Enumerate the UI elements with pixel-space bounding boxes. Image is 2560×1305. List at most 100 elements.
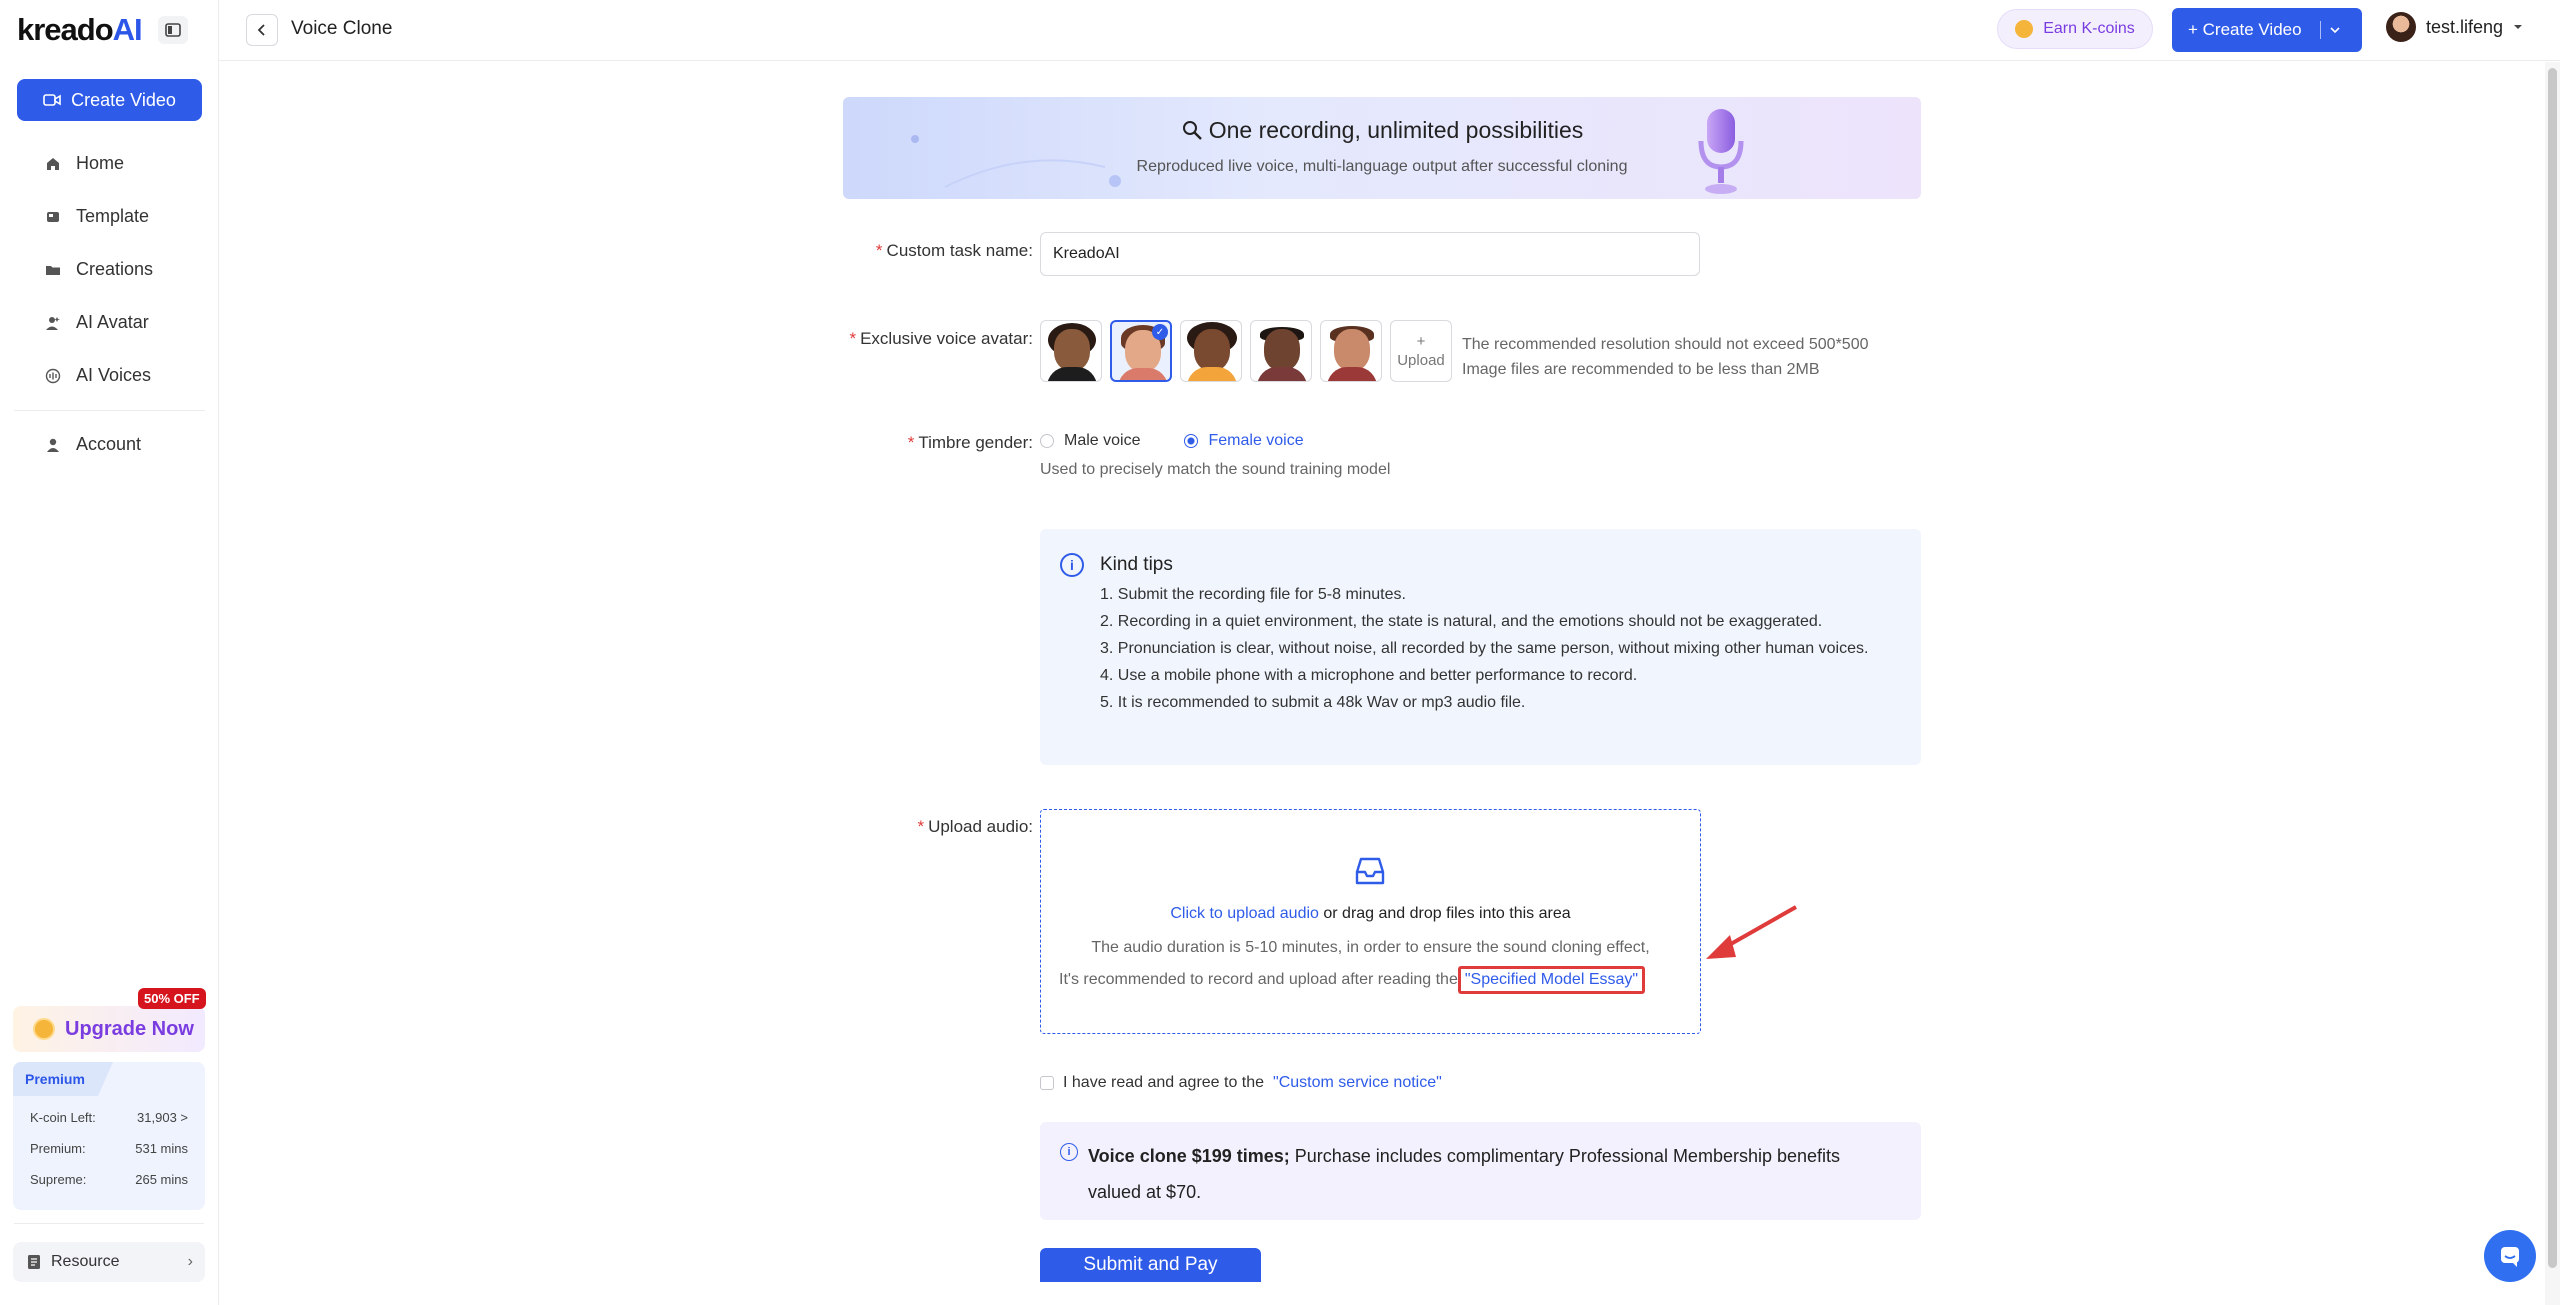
chevron-down-icon[interactable] [2329, 26, 2341, 34]
upgrade-now-button[interactable]: Upgrade Now [13, 1006, 205, 1052]
sidebar-item-label: Account [76, 434, 142, 454]
dropzone-text: or drag and drop files into this area [1318, 905, 1571, 922]
earn-kcoins-button[interactable]: Earn K-coins [1997, 9, 2153, 49]
sidebar-item-ai-voices[interactable]: AI Voices [0, 349, 219, 402]
upload-audio-link[interactable]: Click to upload audio [1170, 905, 1319, 922]
earn-kcoins-label: Earn K-coins [2043, 20, 2135, 37]
tip-item: 3. Pronunciation is clear, without noise… [1100, 640, 1869, 657]
coin-icon [2015, 20, 2034, 38]
scrollbar[interactable] [2545, 62, 2560, 1305]
avatar-hint-size: Image files are recommended to be less t… [1462, 361, 1820, 378]
task-name-label: * Custom task name: [875, 241, 1033, 260]
banner-subtitle: Reproduced live voice, multi-language ou… [1136, 158, 1628, 175]
avatar-option[interactable] [1250, 320, 1312, 382]
agree-checkbox[interactable] [1040, 1076, 1054, 1090]
user-icon [44, 436, 62, 454]
chat-support-button[interactable] [2484, 1230, 2536, 1282]
upload-avatar-button[interactable]: + Upload [1390, 320, 1452, 382]
top-create-video-button[interactable]: + Create Video [2172, 8, 2362, 52]
resource-label: Resource [51, 1253, 120, 1270]
plan-row-label: K-coin Left: [30, 1110, 96, 1125]
dropzone-duration-hint: The audio duration is 5-10 minutes, in o… [1091, 939, 1650, 956]
male-label[interactable]: Male voice [1064, 432, 1140, 450]
template-icon [44, 208, 62, 226]
create-video-label: Create Video [71, 89, 176, 110]
plan-row-value: 531 mins [135, 1141, 188, 1156]
avatar-option-selected[interactable]: ✓ [1110, 320, 1172, 382]
gender-radio-group: Male voice Female voice [1040, 432, 1304, 450]
banner-title-text: One recording, unlimited possibilities [1208, 117, 1584, 143]
female-radio[interactable] [1184, 434, 1199, 448]
caret-down-icon [2514, 25, 2523, 29]
avatar-picker: ✓ + Upload [1040, 320, 1452, 382]
task-name-value: KreadoAI [1053, 245, 1120, 262]
tip-item: 5. It is recommended to submit a 48k Wav… [1100, 694, 1526, 711]
plan-row-label: Premium: [30, 1141, 86, 1156]
custom-service-notice-link[interactable]: "Custom service notice" [1273, 1074, 1442, 1092]
dropzone-essay-hint: It's recommended to record and upload af… [1059, 966, 1646, 994]
plan-row-value: 31,903 > [137, 1110, 188, 1125]
essay-hint-text: It's recommended to record and upload af… [1059, 971, 1458, 988]
logo-ai: AI [112, 12, 143, 47]
sidebar-item-template[interactable]: Template [0, 190, 219, 243]
tip-item: 2. Recording in a quiet environment, the… [1100, 613, 1823, 630]
tips-title: Kind tips [1100, 554, 1173, 575]
submit-and-pay-button[interactable]: Submit and Pay [1040, 1248, 1261, 1282]
microphone-icon [1698, 109, 1744, 194]
agreement-row: I have read and agree to the "Custom ser… [1040, 1074, 1442, 1092]
specified-model-essay-link[interactable]: "Specified Model Essay" [1457, 966, 1646, 994]
sidebar-item-ai-avatar[interactable]: AI Avatar [0, 296, 219, 349]
timbre-gender-label: * Timbre gender: [907, 433, 1033, 452]
divider [14, 1223, 204, 1224]
logo[interactable]: kreadoAI [17, 12, 143, 48]
sidebar-item-home[interactable]: Home [0, 137, 219, 190]
audio-dropzone[interactable]: Click to upload audio or drag and drop f… [1040, 809, 1701, 1034]
nav-divider-wrap [0, 402, 219, 426]
plan-tab: Premium [13, 1062, 113, 1096]
collapse-sidebar-button[interactable] [158, 16, 188, 44]
top-bar: Voice Clone Earn K-coins + Create Video … [219, 0, 2560, 61]
divider [2319, 21, 2321, 39]
avatar [2386, 12, 2416, 42]
voice-avatar-label: * Exclusive voice avatar: [849, 329, 1033, 348]
sidebar-item-label: AI Avatar [76, 312, 149, 332]
plan-card: Premium K-coin Left: 31,903 > Premium: 5… [13, 1062, 205, 1210]
sidebar-item-creations[interactable]: Creations [0, 243, 219, 296]
divider [14, 410, 205, 411]
scrollbar-thumb[interactable] [2548, 68, 2557, 1268]
sidebar-toggle-icon [165, 23, 181, 37]
sidebar-item-label: Creations [76, 259, 154, 279]
tip-item: 1. Submit the recording file for 5-8 min… [1100, 586, 1406, 603]
username: test.lifeng [2426, 16, 2504, 37]
sidebar-nav: Home Template Creations AI Avatar AI Voi… [0, 137, 219, 471]
discount-badge: 50% OFF [138, 988, 206, 1009]
folder-icon [44, 261, 62, 279]
upload-audio-label: * Upload audio: [917, 817, 1033, 836]
info-icon: i [1060, 553, 1084, 577]
female-label[interactable]: Female voice [1208, 432, 1303, 450]
chevron-left-icon [257, 24, 265, 36]
avatar-hint-resolution: The recommended resolution should not ex… [1462, 336, 1869, 353]
sidebar-item-label: Home [76, 153, 125, 173]
plan-row-premium: Premium: 531 mins [30, 1141, 188, 1156]
male-radio[interactable] [1040, 434, 1054, 448]
voice-icon [44, 367, 62, 385]
sidebar-create-video-button[interactable]: Create Video [17, 79, 202, 121]
user-menu[interactable]: test.lifeng [2386, 12, 2523, 42]
dropzone-instruction: Click to upload audio or drag and drop f… [1041, 905, 1700, 923]
avatar-option[interactable] [1320, 320, 1382, 382]
plus-icon: + [1416, 333, 1426, 350]
resource-button[interactable]: Resource › [13, 1242, 205, 1282]
task-name-input[interactable]: KreadoAI [1040, 232, 1700, 276]
pricing-text: Voice clone $199 times; Purchase include… [1088, 1138, 1888, 1210]
plan-row-kcoin[interactable]: K-coin Left: 31,903 > [30, 1110, 188, 1125]
sidebar-item-label: Template [76, 206, 150, 226]
viewport-cutoff [1040, 1282, 1261, 1305]
sidebar-item-label: AI Voices [76, 365, 152, 385]
avatar-option[interactable] [1040, 320, 1102, 382]
back-button[interactable] [246, 14, 278, 46]
page-title: Voice Clone [291, 18, 393, 39]
avatar-option[interactable] [1180, 320, 1242, 382]
pricing-notice: i Voice clone $199 times; Purchase inclu… [1040, 1122, 1921, 1220]
create-video-label: + Create Video [2188, 20, 2302, 39]
